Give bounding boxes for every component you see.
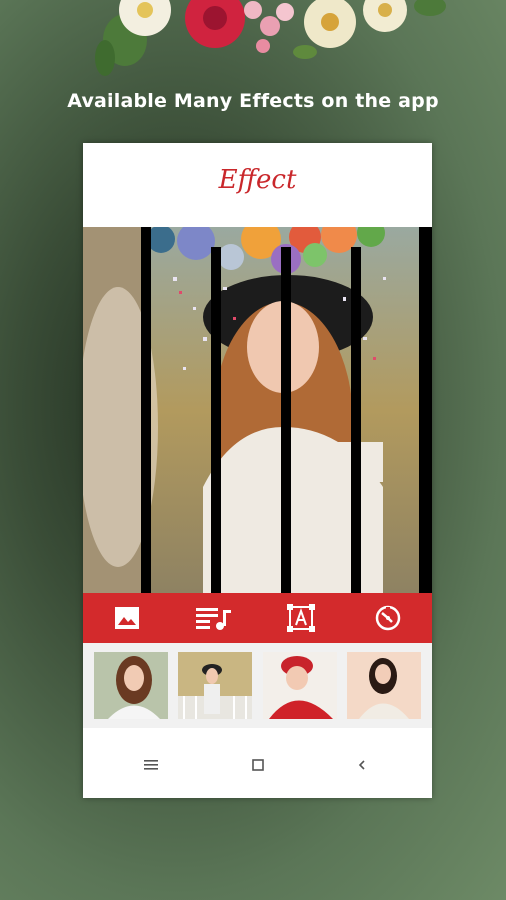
photo-thumbnail-strip — [83, 643, 432, 728]
effect-preview-image — [83, 227, 432, 593]
system-nav-bar — [83, 728, 432, 798]
photo-thumbnail-2[interactable] — [178, 652, 253, 719]
text-frame-icon[interactable] — [281, 598, 321, 638]
photo-thumbnail-4[interactable] — [346, 652, 421, 719]
flower-decoration — [95, 0, 446, 76]
promo-headline: Available Many Effects on the app — [67, 90, 439, 112]
image-icon[interactable] — [107, 598, 147, 638]
effect-preview[interactable] — [83, 227, 432, 593]
home-square-icon[interactable] — [243, 750, 273, 780]
effect-toolbar — [83, 593, 432, 643]
menu-icon[interactable] — [136, 750, 166, 780]
music-list-icon[interactable] — [194, 598, 234, 638]
back-chevron-icon[interactable] — [347, 750, 377, 780]
phone-screen: Effect — [83, 143, 432, 798]
timer-icon[interactable] — [368, 598, 408, 638]
photo-thumbnail-3[interactable] — [262, 652, 337, 719]
photo-thumbnail-1[interactable] — [94, 652, 169, 719]
app-title: Effect — [218, 165, 297, 195]
app-header: Effect — [83, 143, 432, 227]
